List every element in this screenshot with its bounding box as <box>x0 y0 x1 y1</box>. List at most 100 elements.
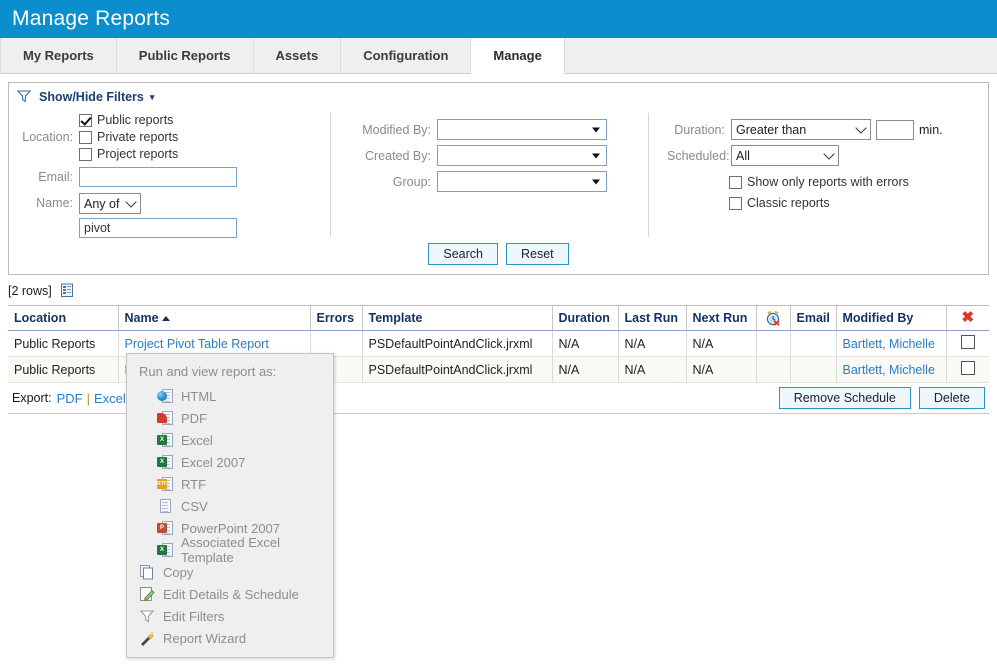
menu-item-pdf[interactable]: PDF <box>127 407 333 429</box>
email-filter-row: Email: <box>19 167 330 187</box>
cell-modified-by[interactable]: Bartlett, Michelle <box>836 356 947 383</box>
column-header-location[interactable]: Location <box>8 306 119 331</box>
duration-unit-label: min. <box>919 122 943 137</box>
scheduled-select[interactable]: All <box>731 145 839 166</box>
column-header-errors[interactable]: Errors <box>310 306 363 331</box>
tab-public-reports[interactable]: Public Reports <box>116 38 254 73</box>
name-filter-row: Name: Any of <box>19 193 330 238</box>
menu-item-edit-filters[interactable]: Edit Filters <box>127 605 333 627</box>
tab-assets[interactable]: Assets <box>253 38 342 73</box>
modified-by-link[interactable]: Bartlett, Michelle <box>843 337 935 351</box>
menu-item-associated-excel-template[interactable]: X Associated Excel Template <box>127 535 333 565</box>
duration-operator-select[interactable]: Greater than <box>731 119 871 140</box>
chevron-down-icon <box>855 122 867 134</box>
duration-value-input[interactable] <box>876 119 914 140</box>
created-by-combobox[interactable] <box>437 145 607 166</box>
project-reports-checkbox[interactable] <box>79 147 92 161</box>
cell-delete[interactable] <box>946 330 989 357</box>
location-option-public[interactable]: Public reports <box>79 113 178 127</box>
menu-item-edit-details-schedule[interactable]: Edit Details & Schedule <box>127 583 333 605</box>
menu-item-rtf[interactable]: RTF RTF <box>127 473 333 495</box>
column-header-delete[interactable]: ✖ <box>946 306 989 331</box>
location-option-private[interactable]: Private reports <box>79 130 178 144</box>
row-select-checkbox[interactable] <box>960 361 975 375</box>
tab-configuration[interactable]: Configuration <box>341 38 472 73</box>
column-header-duration[interactable]: Duration <box>552 306 619 331</box>
cell-template: PSDefaultPointAndClick.jrxml <box>362 330 553 357</box>
excel-icon: X <box>157 432 173 448</box>
menu-item-html[interactable]: HTML <box>127 385 333 407</box>
export-pdf-link[interactable]: PDF <box>57 391 83 406</box>
column-header-name[interactable]: Name <box>118 306 311 331</box>
cell-schedule <box>756 330 791 357</box>
email-input[interactable] <box>79 167 237 187</box>
red-x-icon[interactable]: ✖ <box>961 309 974 326</box>
remove-schedule-button[interactable]: Remove Schedule <box>778 387 911 409</box>
menu-item-csv[interactable]: CSV <box>127 495 333 517</box>
reset-button[interactable]: Reset <box>505 243 569 265</box>
results-summary-bar: [2 rows] <box>8 281 989 301</box>
modified-by-row: Modified By: <box>343 119 648 140</box>
edit-details-icon <box>139 586 155 602</box>
name-match-select[interactable]: Any of <box>79 193 141 214</box>
chevron-down-icon <box>125 196 137 208</box>
menu-item-excel-template-label: Associated Excel Template <box>181 535 280 565</box>
classic-checkbox-row[interactable]: Classic reports <box>729 196 988 210</box>
show-hide-filters-label: Show/Hide Filters <box>39 90 144 104</box>
column-header-modified-by[interactable]: Modified By <box>836 306 947 331</box>
html-globe-icon <box>157 388 173 404</box>
search-button[interactable]: Search <box>428 243 498 265</box>
modified-by-combobox[interactable] <box>437 119 607 140</box>
tab-my-reports[interactable]: My Reports <box>0 38 117 73</box>
csv-icon <box>157 498 173 514</box>
triangle-down-icon <box>592 179 600 184</box>
name-label[interactable]: Name: <box>36 196 73 210</box>
table-header-row: Location Name Errors Template Duration L… <box>8 306 989 331</box>
report-name-link[interactable]: Project Pivot Table Report <box>125 337 269 351</box>
menu-item-excel-2007[interactable]: X Excel 2007 <box>127 451 333 473</box>
public-reports-checkbox[interactable] <box>79 113 92 127</box>
email-label-wrap: Email: <box>19 170 79 184</box>
menu-item-excel[interactable]: X Excel <box>127 429 333 451</box>
page-header: Manage Reports <box>0 0 997 38</box>
cell-delete[interactable] <box>946 356 989 383</box>
filter-column-left: Location: Public reports Private reports <box>9 113 331 238</box>
scheduled-value: All <box>736 148 750 163</box>
tab-manage[interactable]: Manage <box>471 38 565 74</box>
menu-item-report-wizard[interactable]: Report Wizard <box>127 627 333 649</box>
grid-view-icon[interactable] <box>60 283 76 299</box>
group-combobox[interactable] <box>437 171 607 192</box>
sort-ascending-icon <box>161 316 170 322</box>
column-header-template[interactable]: Template <box>362 306 553 331</box>
modified-by-link[interactable]: Bartlett, Michelle <box>843 363 935 377</box>
name-label-wrap: Name: <box>19 193 79 210</box>
chevron-down-icon <box>823 148 835 160</box>
row-select-checkbox[interactable] <box>960 335 975 349</box>
funnel-icon <box>16 89 33 105</box>
column-header-email[interactable]: Email <box>790 306 837 331</box>
classic-reports-checkbox[interactable] <box>729 196 742 210</box>
name-input[interactable] <box>79 218 237 238</box>
cell-modified-by[interactable]: Bartlett, Michelle <box>836 330 947 357</box>
filter-actions: Search Reset <box>9 243 988 265</box>
location-option-project[interactable]: Project reports <box>79 147 178 161</box>
menu-item-csv-label: CSV <box>181 498 208 514</box>
export-excel-link[interactable]: Excel <box>94 391 126 406</box>
cell-last-run: N/A <box>618 356 687 383</box>
cell-location: Public Reports <box>8 356 119 383</box>
column-header-name-label: Name <box>124 311 159 325</box>
public-reports-label: Public reports <box>97 113 174 127</box>
private-reports-checkbox[interactable] <box>79 130 92 144</box>
show-hide-filters-toggle[interactable]: Show/Hide Filters ▾ <box>9 83 988 109</box>
column-header-last-run[interactable]: Last Run <box>618 306 687 331</box>
cell-template: PSDefaultPointAndClick.jrxml <box>362 356 553 383</box>
show-errors-checkbox[interactable] <box>729 175 742 189</box>
project-reports-label: Project reports <box>97 147 179 161</box>
email-label[interactable]: Email: <box>38 170 73 184</box>
delete-button[interactable]: Delete <box>918 387 985 409</box>
column-header-next-run[interactable]: Next Run <box>686 306 757 331</box>
classic-reports-label: Classic reports <box>747 196 830 210</box>
errors-checkbox-row[interactable]: Show only reports with errors <box>729 175 988 189</box>
menu-item-powerpoint-label: PowerPoint 2007 <box>181 520 281 536</box>
column-header-schedule[interactable] <box>756 306 791 331</box>
